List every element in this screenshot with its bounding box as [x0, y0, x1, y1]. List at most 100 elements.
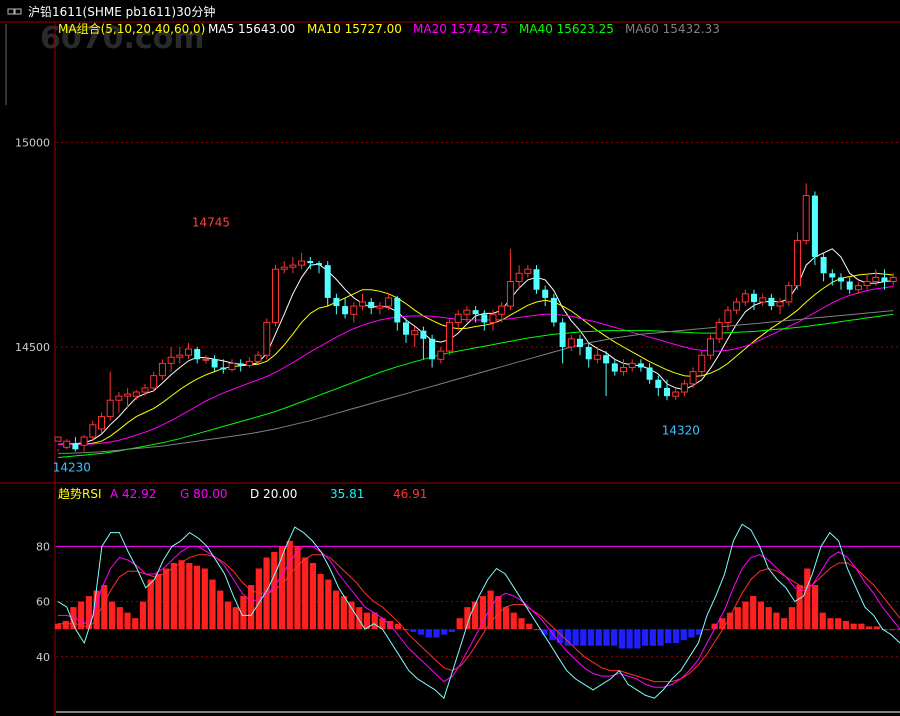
candle	[567, 334, 575, 352]
rsi-bar	[796, 585, 803, 630]
candle	[333, 293, 340, 315]
candle	[342, 297, 349, 319]
rsi-bar	[827, 618, 834, 630]
rsi-bar	[518, 618, 525, 630]
candle	[376, 301, 384, 315]
candle	[289, 256, 297, 274]
rsi-bar	[750, 596, 757, 630]
candle	[506, 248, 514, 311]
window-restore-icon[interactable]	[7, 8, 22, 15]
price-tick-label: 14500	[15, 341, 50, 354]
candle	[802, 183, 810, 245]
rsi-bar	[163, 568, 170, 630]
candle	[420, 326, 427, 360]
rsi-tick-label: 40	[36, 651, 50, 664]
ma-header-ma60: MA60 15432.33	[625, 22, 720, 36]
rsi-bar	[155, 574, 162, 630]
rsi-bar	[394, 623, 402, 630]
rsi-bar	[850, 623, 857, 630]
rsi-bar	[781, 618, 788, 630]
candle	[646, 363, 653, 384]
rsi-bar	[178, 560, 185, 630]
rsi-bar	[572, 629, 579, 646]
candle	[394, 295, 401, 331]
candle	[542, 285, 549, 307]
rsi-bar	[108, 601, 116, 630]
candle	[846, 277, 853, 294]
candle	[759, 293, 767, 307]
rsi-bar	[595, 629, 602, 646]
candle	[63, 439, 71, 450]
candle	[637, 359, 644, 372]
candle	[680, 379, 688, 397]
rsi-bar	[224, 601, 232, 630]
rsi-header-item-3: 35.81	[330, 487, 364, 501]
rsi-bar	[332, 590, 340, 630]
ma-line-ma40	[57, 313, 894, 458]
ma-line-ma60	[58, 310, 894, 454]
candle	[603, 351, 610, 397]
title-bar: 沪铅1611(SHME pb1611)30分钟	[7, 4, 215, 19]
rsi-bar	[294, 546, 301, 630]
price-panel: 15000 14500 14745 14320 14230	[15, 136, 900, 475]
rsi-bar	[170, 562, 177, 630]
candle	[655, 375, 662, 397]
candle	[577, 334, 583, 356]
candle	[707, 334, 714, 360]
candle	[437, 347, 445, 364]
rsi-bar	[302, 557, 309, 630]
rsi-bar	[495, 596, 502, 630]
rsi-tick-label: 60	[36, 596, 50, 609]
rsi-bar	[703, 629, 710, 631]
candle	[158, 359, 166, 380]
candle	[698, 351, 706, 376]
rsi-bar	[788, 607, 795, 630]
rsi-bar	[209, 579, 216, 630]
candle	[524, 265, 532, 278]
candle	[385, 293, 393, 311]
candle	[863, 273, 871, 290]
ma-header-label: MA组合(5,10,20,40,60,0)	[58, 21, 205, 36]
rsi-bar	[533, 629, 541, 631]
rsi-bar	[873, 626, 880, 630]
rsi-bar	[842, 620, 850, 630]
rsi-header-item-4: 46.91	[393, 487, 427, 501]
candle	[689, 367, 697, 388]
ma-header-ma40: MA40 15623.25	[519, 22, 614, 36]
ma-header-ma5: MA5 15643.00	[208, 22, 295, 36]
rsi-bar	[526, 623, 533, 630]
candle	[838, 273, 844, 290]
rsi-bar	[688, 629, 695, 638]
candle	[881, 269, 888, 290]
rsi-bar	[618, 629, 626, 649]
rsi-bar	[819, 612, 826, 630]
rsi-header-item-1: G 80.00	[180, 487, 227, 501]
candle	[211, 355, 218, 372]
candle	[820, 252, 827, 282]
candle	[115, 392, 123, 413]
candle	[454, 310, 462, 331]
rsi-bar	[603, 629, 610, 646]
rsi-bar	[804, 568, 811, 630]
rsi-bar	[340, 596, 347, 630]
rsi-bar	[680, 629, 687, 641]
price-tick-label: 15000	[15, 136, 50, 149]
rsi-bar	[672, 629, 680, 643]
rsi-bar	[479, 596, 486, 630]
rsi-bar	[510, 612, 517, 630]
candle	[559, 318, 566, 364]
candle	[359, 293, 366, 311]
candle	[620, 359, 627, 376]
candle	[324, 261, 331, 307]
rsi-bar	[139, 601, 147, 630]
rsi-bar	[124, 612, 131, 630]
ma-header: MA组合(5,10,20,40,60,0) MA5 15643.00 MA10 1…	[58, 21, 720, 36]
rsi-bar	[626, 629, 633, 649]
rsi-bar	[611, 629, 618, 646]
candle	[80, 435, 88, 452]
rsi-header-label: 趋势RSI	[58, 487, 102, 501]
rsi-bar	[286, 540, 293, 630]
rsi-bar	[858, 623, 865, 630]
price-annotation: 14230	[53, 461, 91, 475]
rsi-panel: 80 60 40	[36, 523, 900, 713]
